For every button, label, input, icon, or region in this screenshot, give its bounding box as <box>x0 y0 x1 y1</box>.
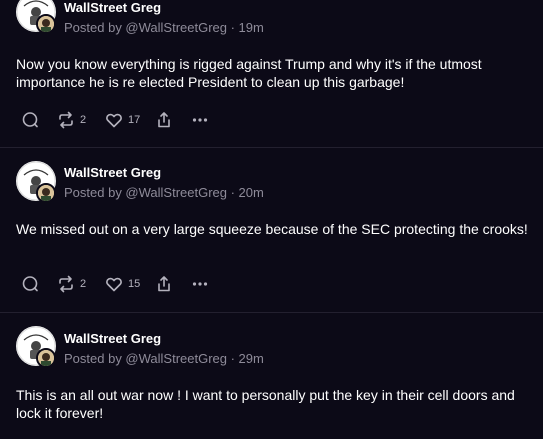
reply-icon <box>20 274 40 294</box>
share-button[interactable] <box>154 274 174 294</box>
post-card[interactable]: WallStreet Greg Posted by @WallStreetGre… <box>0 0 543 148</box>
like-count: 15 <box>128 278 141 290</box>
post-body: Now you know everything is rigged agains… <box>16 56 482 90</box>
repost-count: 2 <box>80 278 87 290</box>
repost-icon <box>56 274 76 294</box>
repost-count: 2 <box>80 114 87 126</box>
avatar[interactable] <box>16 0 56 34</box>
post-meta: Posted by @WallStreetGreg · 20m <box>64 185 264 200</box>
post-body: This is an all out war now ! I want to p… <box>16 387 515 421</box>
like-button[interactable]: 17 <box>104 110 140 130</box>
post-feed: WallStreet Greg Posted by @WallStreetGre… <box>0 0 543 439</box>
post-card[interactable]: WallStreet Greg Posted by @WallStreetGre… <box>0 148 543 313</box>
like-button[interactable]: 15 <box>104 274 140 294</box>
avatar[interactable] <box>16 161 56 203</box>
repost-button[interactable]: 2 <box>56 110 86 130</box>
mini-avatar <box>36 14 56 34</box>
reply-button[interactable] <box>20 110 40 130</box>
post-meta: Posted by @WallStreetGreg · 19m <box>64 20 264 35</box>
reply-button[interactable] <box>20 274 40 294</box>
repost-button[interactable]: 2 <box>56 274 86 294</box>
more-button[interactable] <box>190 274 210 294</box>
author-name[interactable]: WallStreet Greg <box>64 331 161 346</box>
more-icon <box>190 110 210 130</box>
share-button[interactable] <box>154 110 174 130</box>
post-meta: Posted by @WallStreetGreg · 29m <box>64 351 264 366</box>
author-name[interactable]: WallStreet Greg <box>64 0 161 15</box>
post-body: We missed out on a very large squeeze be… <box>16 221 528 237</box>
mini-avatar <box>36 348 56 368</box>
more-icon <box>190 274 210 294</box>
avatar[interactable] <box>16 326 56 368</box>
like-count: 17 <box>128 114 141 126</box>
author-name[interactable]: WallStreet Greg <box>64 165 161 180</box>
post-card[interactable]: WallStreet Greg Posted by @WallStreetGre… <box>0 313 543 439</box>
more-button[interactable] <box>190 110 210 130</box>
heart-icon <box>104 274 124 294</box>
reply-icon <box>20 110 40 130</box>
share-icon <box>154 274 174 294</box>
repost-icon <box>56 110 76 130</box>
share-icon <box>154 110 174 130</box>
heart-icon <box>104 110 124 130</box>
mini-avatar <box>36 183 56 203</box>
